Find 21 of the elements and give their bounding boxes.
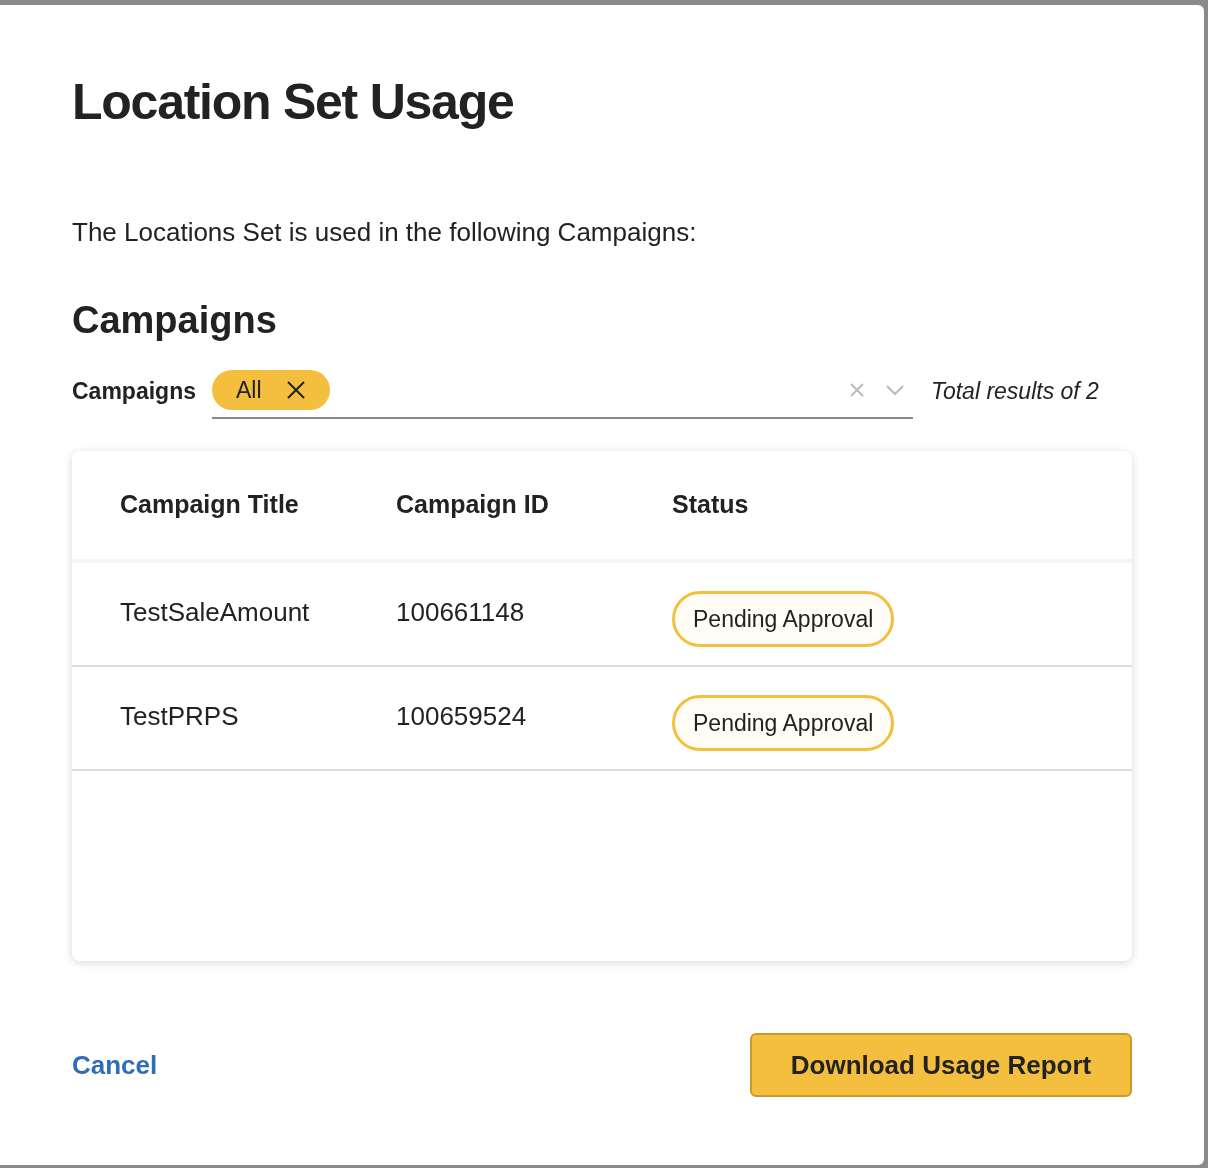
description-text: The Locations Set is used in the following Campaigns: xyxy=(72,219,698,245)
filter-label: Campaigns xyxy=(72,376,196,406)
section-title: Campaigns xyxy=(72,301,278,339)
download-report-button[interactable]: Download Usage Report xyxy=(750,1033,1132,1097)
column-header: Status xyxy=(672,489,749,521)
table-cell-text: 100659524 xyxy=(396,700,528,733)
table-cell-text: TestPRPS xyxy=(120,700,240,733)
table-cell-text: TestSaleAmount xyxy=(120,596,311,629)
remove-icon[interactable] xyxy=(285,380,306,400)
campaign-select-field[interactable]: All xyxy=(212,363,913,419)
column-header: Campaign Title xyxy=(120,489,300,521)
chevron-down-icon[interactable] xyxy=(885,384,905,396)
dialog-title: Location Set Usage xyxy=(72,77,515,127)
clear-icon[interactable] xyxy=(849,382,865,398)
status-badge: Pending Approval xyxy=(672,591,895,647)
total-results-text: Total results of 2 xyxy=(931,376,1099,406)
table-cell-text: 100661148 xyxy=(396,596,526,629)
column-header: Campaign ID xyxy=(396,489,550,521)
filter-chip[interactable]: All xyxy=(212,370,330,410)
status-badge: Pending Approval xyxy=(672,695,895,751)
cancel-link[interactable]: Cancel xyxy=(72,1045,158,1085)
